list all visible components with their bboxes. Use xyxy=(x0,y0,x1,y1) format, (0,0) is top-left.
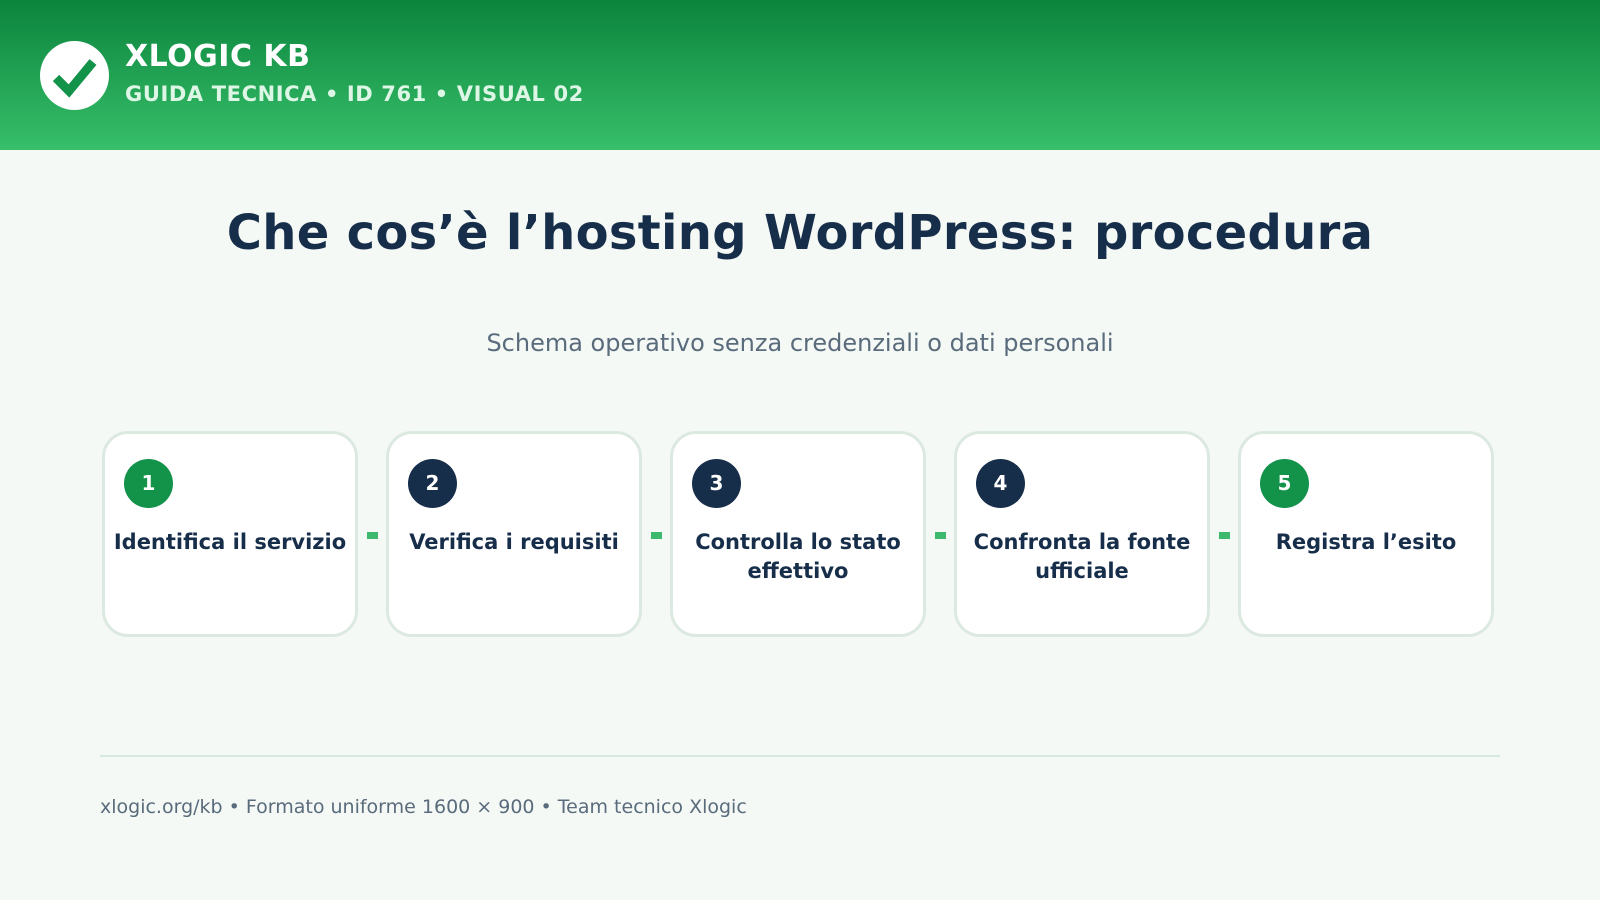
step-label: Registra l’esito xyxy=(1275,530,1457,554)
step-connector xyxy=(1219,532,1230,539)
step-label: Verifica i requisiti xyxy=(409,530,619,554)
step-card-3: 3 Controlla lo stato effettivo xyxy=(670,431,926,637)
header-banner: XLOGIC KB GUIDA TECNICA • ID 761 • VISUA… xyxy=(0,0,1600,150)
step-label: Identifica il servizio xyxy=(113,530,347,554)
step-number-badge: 3 xyxy=(692,459,741,508)
step-card-2: 2 Verifica i requisiti xyxy=(386,431,642,637)
step-number-badge: 5 xyxy=(1260,459,1309,508)
step-connector xyxy=(651,532,662,539)
footer-divider xyxy=(100,755,1500,757)
brand-name: XLOGIC KB xyxy=(125,39,311,74)
step-number-badge: 4 xyxy=(976,459,1025,508)
step-card-5: 5 Registra l’esito xyxy=(1238,431,1494,637)
page-title: Che cos’è l’hosting WordPress: procedura xyxy=(226,205,1374,261)
footer-text: xlogic.org/kb • Formato uniforme 1600 × … xyxy=(100,796,747,818)
step-connector xyxy=(935,532,946,539)
step-connector xyxy=(367,532,378,539)
step-label: Controlla lo stato effettivo xyxy=(695,530,901,583)
page-subtitle: Schema operativo senza credenziali o dat… xyxy=(486,329,1114,357)
step-number-badge: 2 xyxy=(408,459,457,508)
step-number-badge: 1 xyxy=(124,459,173,508)
check-icon xyxy=(52,59,97,98)
check-logo xyxy=(40,41,109,110)
step-card-1: 1 Identifica il servizio xyxy=(102,431,358,637)
step-label: Confronta la fonte ufficiale xyxy=(973,530,1191,583)
step-card-4: 4 Confronta la fonte ufficiale xyxy=(954,431,1210,637)
header-tagline: GUIDA TECNICA • ID 761 • VISUAL 02 xyxy=(125,82,584,106)
